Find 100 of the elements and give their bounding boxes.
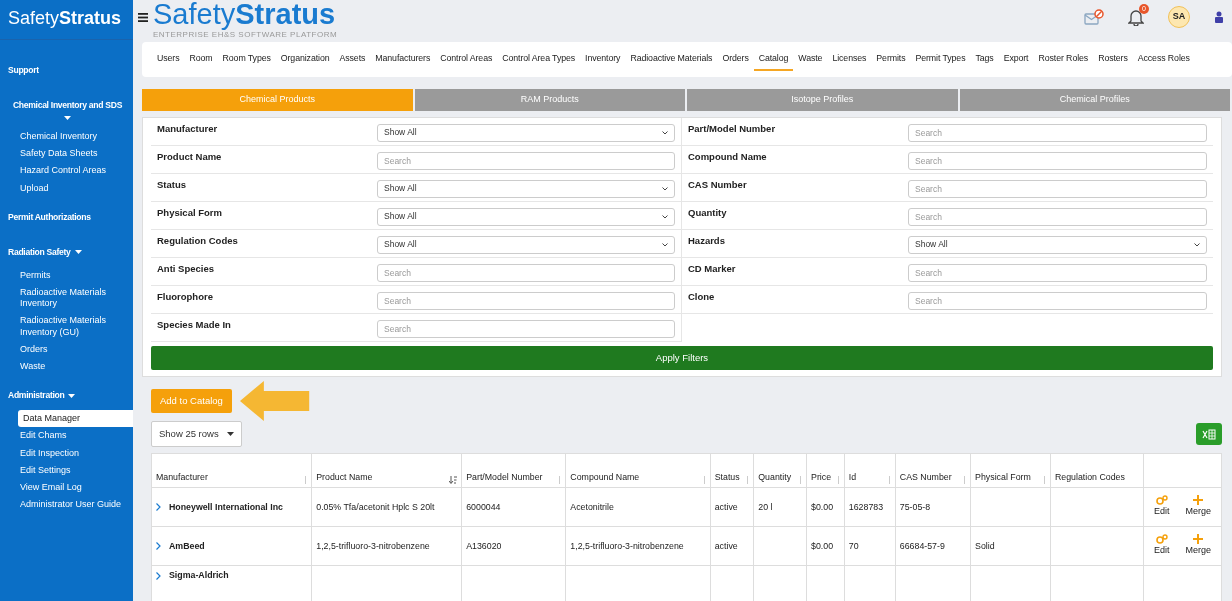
table-cell: A136020 [466, 540, 502, 551]
filter-label: Product Name [157, 149, 223, 164]
nav-link[interactable]: Control Areas [435, 48, 498, 72]
chevron-right-icon[interactable] [156, 542, 161, 551]
sidebar-item[interactable]: Edit Chams [0, 427, 133, 445]
column-header: Part/Model Number [466, 471, 543, 484]
table-cell: 0.05% Tfa/acetonit Hplc S 20lt [316, 501, 435, 512]
sort-icon[interactable] [558, 476, 562, 485]
nav-link[interactable]: Room Types [217, 48, 276, 72]
action-link[interactable]: Edit [1154, 534, 1170, 558]
action-link[interactable]: Merge [1185, 534, 1212, 558]
dropdown-field[interactable]: Show All [377, 235, 675, 254]
nav-link[interactable]: Catalog [753, 48, 794, 72]
sidebar-item[interactable]: Upload [0, 179, 133, 197]
filter-label: Fluorophore [157, 289, 214, 304]
sort-icon[interactable] [836, 476, 840, 485]
filter-label: Regulation Codes [157, 233, 239, 248]
nav-link[interactable]: Assets [334, 48, 371, 72]
sort-icon[interactable] [1042, 476, 1046, 485]
sidebar-section[interactable]: Support [8, 64, 39, 77]
logo-tagline: ENTERPRISE EH&S SOFTWARE PLATFORM [153, 30, 338, 41]
user-avatar[interactable]: SA [1168, 6, 1190, 28]
sidebar-section[interactable]: Chemical Inventory and SDS [12, 98, 123, 112]
input-field[interactable]: Search [908, 151, 1207, 170]
sort-icon[interactable] [799, 476, 803, 485]
chevron-right-icon[interactable] [156, 503, 161, 512]
nav-link[interactable]: Room [184, 48, 218, 72]
nav-link[interactable]: Export [998, 48, 1034, 72]
nav-link[interactable]: Licenses [827, 48, 872, 72]
sort-icon[interactable] [304, 476, 308, 485]
menu-icon[interactable] [138, 13, 148, 22]
sidebar-item[interactable]: View Email Log [0, 479, 133, 497]
chevron-down-icon [662, 214, 668, 219]
sidebar-item[interactable]: Hazard Control Areas [0, 162, 133, 180]
input-field[interactable]: Search [908, 207, 1207, 226]
app-logo: SafetyStratus [0, 0, 133, 40]
sidebar-item[interactable]: Permits [0, 266, 133, 284]
nav-link[interactable]: Organization [275, 48, 335, 72]
nav-link[interactable]: Inventory [580, 48, 626, 72]
nav-link[interactable]: Manufacturers [370, 48, 436, 72]
sidebar-item[interactable]: Administrator User Guide [0, 496, 133, 514]
sidebar-item[interactable]: Safety Data Sheets [0, 145, 133, 163]
dropdown-field[interactable]: Show All [377, 207, 675, 226]
apply-filters-button[interactable]: Apply Filters [151, 345, 1213, 370]
input-field[interactable]: Search [908, 291, 1207, 310]
filter-label: Clone [688, 289, 716, 304]
action-link[interactable]: Merge [1185, 495, 1212, 519]
column-header: Id [848, 471, 857, 484]
mail-blocked-icon[interactable] [1084, 9, 1104, 25]
input-field[interactable]: Search [377, 263, 675, 282]
input-field[interactable]: Search [377, 151, 675, 170]
action-link[interactable]: Edit [1154, 495, 1170, 519]
sort-icon[interactable] [887, 476, 891, 485]
input-field[interactable]: Search [908, 123, 1207, 142]
manufacturer-name: Honeywell International Inc [169, 500, 283, 514]
dropdown-field[interactable]: Show All [377, 179, 675, 198]
nav-link[interactable]: Tags [970, 48, 999, 72]
sidebar-section[interactable]: Radiation Safety [8, 245, 71, 259]
input-field[interactable]: Search [377, 319, 675, 338]
sidebar-item[interactable]: Radioactive Materials Inventory (GU) [0, 312, 133, 341]
nav-link[interactable]: Waste [793, 48, 828, 72]
input-field[interactable]: Search [377, 291, 675, 310]
filter-label: Anti Species [157, 261, 216, 276]
sidebar-item[interactable]: Radioactive Materials Inventory [0, 283, 133, 313]
chevron-down-icon [662, 186, 668, 191]
sort-icon[interactable] [746, 476, 750, 485]
sort-icon[interactable] [702, 476, 706, 485]
dropdown-field[interactable]: Show All [377, 123, 675, 142]
column-header: Compound Name [570, 471, 640, 484]
nav-link[interactable]: Permit Types [910, 48, 971, 72]
table-cell: $0.00 [811, 501, 834, 512]
sidebar-section[interactable]: Administration [8, 389, 65, 403]
arrow-drawing [239, 380, 310, 421]
sidebar-item[interactable]: Edit Inspection [0, 444, 133, 462]
sidebar-item[interactable]: Data Manager [18, 410, 133, 428]
nav-link[interactable]: Rosters [1093, 48, 1133, 72]
nav-link[interactable]: Permits [871, 48, 911, 72]
sidebar-section[interactable]: Permit Authorizations [8, 210, 91, 224]
sidebar-item[interactable]: Waste [0, 358, 133, 376]
bell-icon[interactable] [1128, 8, 1144, 26]
sidebar-item[interactable]: Chemical Inventory [0, 127, 133, 146]
chevron-right-icon[interactable] [156, 571, 161, 580]
input-field[interactable]: Search [908, 179, 1207, 198]
excel-export-button[interactable] [1196, 423, 1222, 446]
nav-link[interactable]: Radioactive Materials [625, 48, 718, 72]
sidebar-item[interactable]: Edit Settings [0, 461, 133, 480]
nav-link[interactable]: Roster Roles [1033, 48, 1094, 72]
nav-link[interactable]: Control Area Types [497, 48, 581, 72]
nav-link[interactable]: Orders [717, 48, 754, 72]
caret-icon [226, 432, 234, 437]
plus-icon [1193, 495, 1204, 506]
dropdown-field[interactable]: Show All [908, 235, 1207, 254]
nav-link[interactable]: Access Roles [1132, 48, 1195, 72]
user-lock-icon[interactable] [1214, 11, 1224, 23]
sort-icon[interactable] [963, 476, 967, 485]
rows-dropdown[interactable]: Show 25 rows [151, 420, 242, 448]
sidebar-item[interactable]: Orders [0, 340, 133, 359]
input-field[interactable]: Search [908, 263, 1207, 282]
nav-link[interactable]: Users [152, 48, 185, 72]
sort-descending-icon[interactable] [449, 476, 458, 485]
